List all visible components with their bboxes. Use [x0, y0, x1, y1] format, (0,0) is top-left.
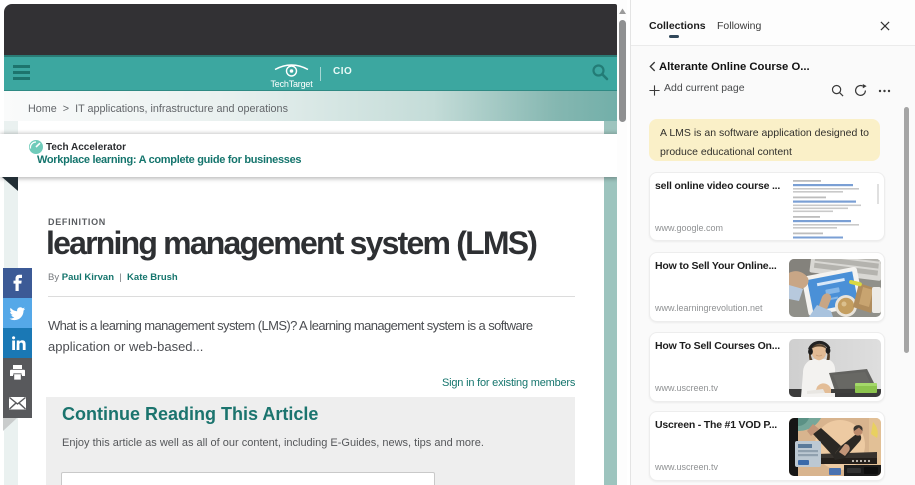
svg-text:TechTarget: TechTarget [270, 79, 313, 89]
